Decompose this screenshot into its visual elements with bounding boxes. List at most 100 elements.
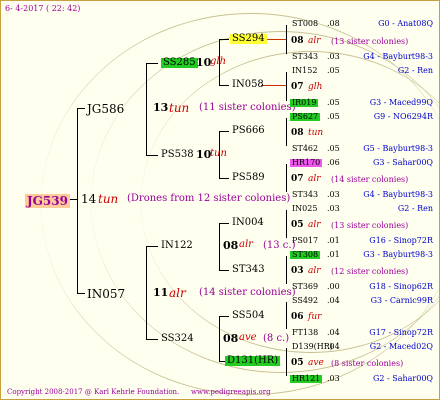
g4-origin-code[interactable]: G5 - Bayburt98-3	[363, 145, 433, 153]
g4-origin-code[interactable]: G2 - Maced02Q	[370, 343, 433, 351]
connector-line	[286, 164, 287, 192]
g3-id[interactable]: SS294	[230, 34, 267, 44]
g4-queen-id[interactable]: ST343	[290, 191, 320, 199]
g4-origin-code[interactable]: G2 - Ren	[398, 205, 433, 213]
g4-year: .06	[327, 158, 340, 167]
g4-queen-id[interactable]: IN025	[290, 205, 319, 213]
dam-year: 13	[153, 101, 169, 114]
g4-queen-id[interactable]: PS017	[290, 237, 320, 245]
g4-origin-code[interactable]: G3 - Carnic99R	[371, 297, 433, 305]
g4-queen-id[interactable]: ST308	[290, 251, 321, 259]
g4-queen-id[interactable]: FT138	[290, 329, 320, 337]
dam-id[interactable]: JG586	[87, 103, 124, 115]
dam-breeder: tun	[169, 101, 190, 115]
g4-origin-code[interactable]: G2 - Ren	[398, 67, 433, 75]
pedigree-chart: 6- 4-2017 ( 22: 42) Copyright 2008-2017 …	[0, 0, 440, 400]
g4-origin-code[interactable]: G2 - Sahar00Q	[373, 375, 433, 383]
g4-breeder: alr	[308, 266, 321, 276]
g4-colony-year: 05	[291, 358, 304, 368]
sire-year: 11	[153, 286, 169, 299]
g3-id[interactable]: PS666	[232, 126, 265, 136]
g4-year: .04	[327, 296, 340, 305]
g4-breeder: alr	[308, 36, 321, 46]
connector-line	[286, 302, 287, 329]
g3-id[interactable]: IN058	[232, 80, 264, 90]
g4-colony-year: 08	[291, 128, 304, 138]
connector-line	[219, 131, 229, 132]
g4-breeder: glh	[308, 82, 323, 92]
connector-line	[69, 199, 77, 200]
sire-id[interactable]: IN057	[87, 288, 125, 300]
root-breeder: tun	[98, 192, 119, 206]
g4-colony-year: 06	[291, 312, 304, 322]
g3-id[interactable]: PS589	[232, 173, 265, 183]
g4-year: .00	[327, 282, 340, 291]
g4-breeder: ave	[308, 358, 324, 368]
connector-line	[146, 155, 158, 156]
g4-colony-year: 03	[291, 266, 304, 276]
g4-year: .03	[327, 374, 340, 383]
g4-breeder: fur	[308, 312, 322, 322]
g4-year: .03	[327, 204, 340, 213]
site-link[interactable]: www.pedigreeapis.org	[191, 389, 271, 396]
g4-queen-id[interactable]: ST343	[290, 53, 320, 61]
g4-queen-id[interactable]: PS627	[290, 113, 321, 121]
g4-origin-code[interactable]: G3 - Bayburt98-3	[363, 251, 433, 259]
g4-origin-code[interactable]: G0 - Anat08Q	[378, 20, 433, 28]
g3-id[interactable]: ST343	[232, 265, 265, 275]
connector-line	[286, 256, 287, 284]
g3-id[interactable]: SS504	[232, 311, 265, 321]
g4-queen-id[interactable]: HR170	[290, 159, 323, 167]
connector-line	[146, 339, 158, 340]
g4-note: (12 sister colonies)	[331, 267, 409, 276]
connector-line	[219, 39, 229, 40]
sd-id[interactable]: IN122	[161, 241, 193, 251]
connector-line	[219, 270, 229, 271]
g4-queen-id[interactable]: HR121	[290, 375, 323, 383]
sd-breeder: alr	[239, 239, 253, 250]
g4-colony-year: 07	[291, 82, 304, 92]
g4-origin-code[interactable]: G3 - Maced99Q	[370, 99, 433, 107]
ss-note: (8 c.)	[263, 333, 290, 344]
g4-note: (8 sister colonies)	[331, 359, 404, 368]
g4-origin-code[interactable]: G4 - Bayburt98-3	[363, 53, 433, 61]
connector-line	[219, 223, 229, 224]
g4-breeder: tun	[308, 128, 324, 138]
g4-origin-code[interactable]: G9 - NO6294R	[374, 113, 433, 121]
connector-line	[219, 178, 229, 179]
g4-year: .05	[327, 112, 340, 121]
root-queen-id[interactable]: JG539	[25, 194, 70, 208]
g4-queen-id[interactable]: SS492	[290, 297, 320, 305]
g3-id[interactable]: IN004	[232, 218, 264, 228]
dd-id[interactable]: SS285	[161, 58, 198, 68]
g4-breeder: alr	[308, 220, 321, 230]
g4-origin-code[interactable]: G4 - Bayburt98-3	[363, 191, 433, 199]
connector-line	[286, 348, 287, 376]
connector-line	[219, 85, 229, 86]
g4-queen-id[interactable]: IN152	[290, 67, 319, 75]
connector-line	[286, 72, 287, 101]
g4-queen-id[interactable]: IR019	[290, 99, 319, 107]
g4-origin-code[interactable]: G3 - Sahar00Q	[373, 159, 433, 167]
g3-id[interactable]: D131(HR)	[225, 356, 281, 366]
g4-origin-code[interactable]: G17 - Sinop72R	[369, 329, 433, 337]
g4-origin-code[interactable]: G18 - Sinop62R	[369, 283, 433, 291]
g4-queen-id[interactable]: ST008	[290, 20, 320, 28]
g4-note: (14 sister colonies)	[331, 175, 409, 184]
g4-note: (13 sister colonies)	[331, 221, 409, 230]
ds-id[interactable]: PS538	[161, 150, 194, 160]
connector-line	[286, 25, 287, 54]
ss-id[interactable]: SS324	[161, 334, 194, 344]
root-note: (Drones from 12 sister colonies)	[127, 193, 291, 204]
g4-origin-code[interactable]: G16 - Sinop72R	[369, 237, 433, 245]
connector-line	[219, 316, 229, 317]
g4-queen-id[interactable]: ST462	[290, 145, 320, 153]
root-year: 14	[81, 192, 97, 206]
ss-breeder: ave	[239, 332, 257, 343]
g4-colony-year: 07	[291, 174, 304, 184]
g4-queen-id[interactable]: ST369	[290, 283, 320, 291]
g4-year: .03	[327, 52, 340, 61]
connector-line	[146, 246, 147, 339]
connector-line	[77, 293, 85, 294]
connector-line	[146, 63, 147, 155]
